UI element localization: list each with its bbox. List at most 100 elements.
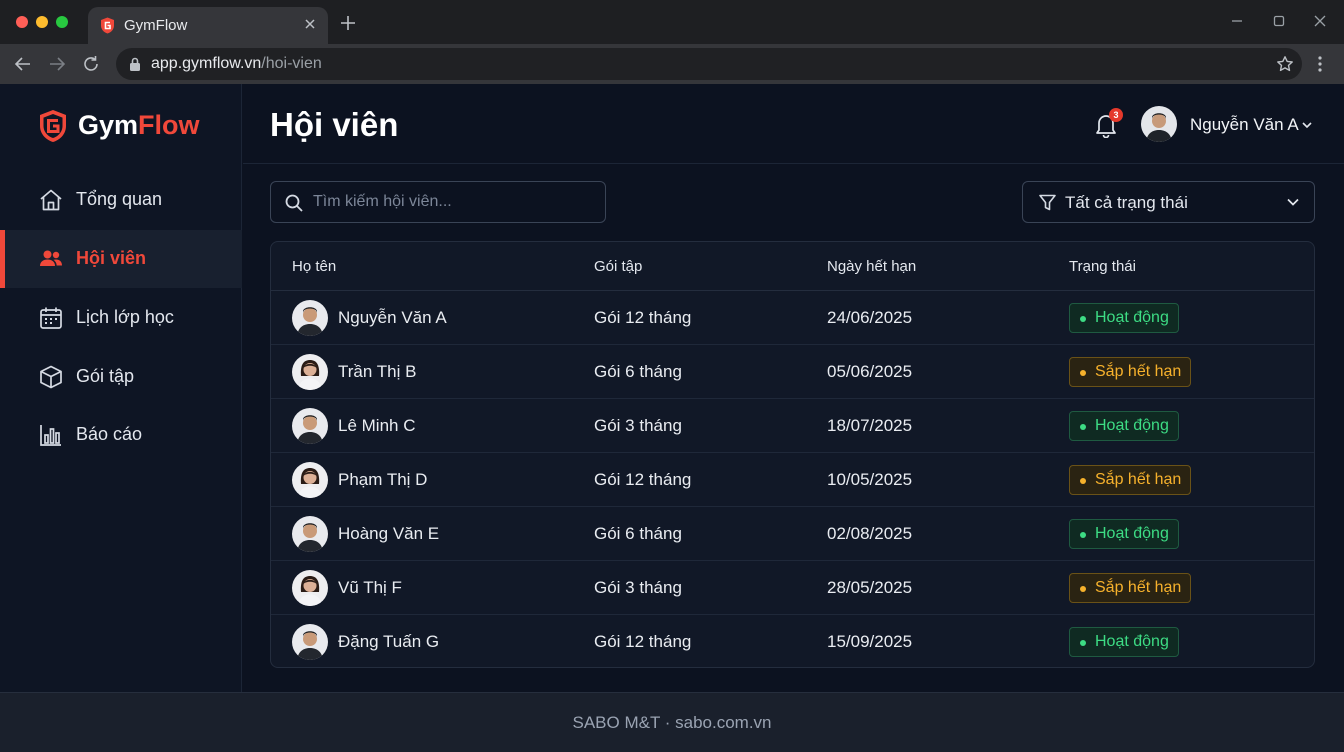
status-badge: Hoạt động [1069,303,1179,333]
minimize-window-button[interactable] [36,16,48,28]
member-name[interactable]: Trần Thị B [338,362,416,382]
close-icon[interactable] [1313,14,1327,28]
close-tab-icon[interactable] [302,16,318,32]
footer-credit: SABO M&T · sabo.com.vn [572,713,772,732]
member-name[interactable]: Vũ Thị F [338,578,402,598]
member-name[interactable]: Hoàng Văn E [338,524,439,544]
sidebar-item-label: Hội viên [76,248,147,268]
member-plan: Gói 6 tháng [594,524,682,543]
sidebar-item-label: Báo cáo [76,424,143,444]
reload-icon[interactable] [82,55,100,73]
male-avatar-icon [292,408,328,444]
member-expiry-date: 28/05/2025 [827,578,913,597]
table-row[interactable]: Trần Thị B Gói 6 tháng 05/06/2025 Sắp hết h… [271,345,1314,399]
member-plan: Gói 12 tháng [594,470,692,489]
page-header: Hội viên 3 Nguyễn Văn A [243,84,1344,164]
member-expiry-date: 10/05/2025 [827,470,913,489]
member-plan: Gói 12 tháng [594,632,692,651]
member-plan: Gói 12 tháng [594,308,692,327]
table-row[interactable]: Hoàng Văn E Gói 6 tháng 02/08/2025 Hoạt độn… [271,507,1314,561]
browser-tab-bar: GymFlow [0,0,1344,44]
member-expiry-date: 24/06/2025 [827,308,913,327]
page-title: Hội viên [270,106,399,143]
chevron-down-icon[interactable] [1301,120,1313,130]
chevron-down-icon [1287,198,1299,206]
status-badge: Sắp hết hạn [1069,465,1192,495]
user-avatar[interactable] [1141,106,1177,142]
brand-name: GymFlow [78,110,200,140]
sidebar: GymFlow Tổng quan Hội viên Lịch lớp học … [0,84,242,692]
table-row[interactable]: Phạm Thị D Gói 12 tháng 10/05/2025 Sắp hết … [271,453,1314,507]
male-avatar-icon [292,516,328,552]
forward-arrow-icon[interactable] [48,55,66,73]
search-icon [285,194,303,212]
table-row[interactable]: Lê Minh C Gói 3 tháng 18/07/2025 Hoạt động [271,399,1314,453]
users-icon [40,250,62,266]
status-filter-dropdown[interactable]: Tất cả trạng thái [1022,181,1315,223]
gymflow-shield-icon [40,110,66,142]
search-box[interactable] [270,181,606,223]
app-root: GymFlow Tổng quan Hội viên Lịch lớp học … [0,84,1344,692]
browser-tab[interactable]: GymFlow [88,7,328,44]
sidebar-item-class-schedule[interactable]: Lịch lớp học [0,289,242,347]
member-expiry-date: 15/09/2025 [827,632,913,651]
home-icon [40,189,62,211]
sidebar-item-label: Gói tập [76,366,135,386]
main-content: Hội viên 3 Nguyễn Văn A Tất cả trạng thá… [243,84,1344,692]
search-input[interactable] [313,190,593,214]
member-plan: Gói 3 tháng [594,416,682,435]
sidebar-item-overview[interactable]: Tổng quan [0,171,242,229]
status-filter-value: Tất cả trạng thái [1065,193,1188,212]
member-name[interactable]: Phạm Thị D [338,470,427,490]
sidebar-item-members[interactable]: Hội viên [0,230,242,288]
female-avatar-icon [292,354,328,390]
column-header-status[interactable]: Trạng thái [1069,258,1136,275]
member-name[interactable]: Lê Minh C [338,416,415,436]
column-header-plan[interactable]: Gói tập [594,258,642,275]
browser-menu-icon[interactable] [1318,56,1322,72]
sidebar-item-label: Tổng quan [76,189,163,209]
female-avatar-icon [292,462,328,498]
table-row[interactable]: Đặng Tuấn G Gói 12 tháng 15/09/2025 Hoạt độ… [271,615,1314,667]
sidebar-item-label: Lịch lớp học [76,307,174,327]
tab-title: GymFlow [124,17,188,34]
maximize-window-button[interactable] [56,16,68,28]
status-badge: Hoạt động [1069,519,1179,549]
url-text: app.gymflow.vn/hoi-vien [151,55,322,72]
table-row[interactable]: Vũ Thị F Gói 3 tháng 28/05/2025 Sắp hết hạn [271,561,1314,615]
status-badge: Sắp hết hạn [1069,573,1192,603]
close-window-button[interactable] [16,16,28,28]
status-badge: Sắp hết hạn [1069,357,1192,387]
members-table: Họ tên Gói tập Ngày hết hạn Trạng thái N… [270,241,1315,668]
column-header-expiry[interactable]: Ngày hết hạn [827,258,916,275]
gymflow-favicon-icon [101,17,114,34]
restore-icon[interactable] [1272,14,1286,28]
bookmark-star-icon[interactable] [1276,55,1294,73]
table-header: Họ tên Gói tập Ngày hết hạn Trạng thái [271,242,1314,291]
back-arrow-icon[interactable] [14,55,32,73]
lock-icon [130,57,140,71]
member-expiry-date: 02/08/2025 [827,524,913,543]
member-expiry-date: 18/07/2025 [827,416,913,435]
user-name[interactable]: Nguyễn Văn A [1190,115,1299,135]
member-plan: Gói 3 tháng [594,578,682,597]
filter-icon [1039,194,1056,211]
male-avatar-icon [292,300,328,336]
notification-badge: 3 [1109,108,1123,122]
column-header-name[interactable]: Họ tên [292,258,336,275]
status-badge: Hoạt động [1069,411,1179,441]
minimize-icon[interactable] [1230,14,1244,28]
female-avatar-icon [292,570,328,606]
bar-chart-icon [40,425,61,446]
new-tab-icon[interactable] [340,15,356,31]
table-row[interactable]: Nguyễn Văn A Gói 12 tháng 24/06/2025 Hoạt đ… [271,291,1314,345]
sidebar-item-packages[interactable]: Gói tập [0,348,242,406]
member-name[interactable]: Đặng Tuấn G [338,632,439,652]
address-bar[interactable]: app.gymflow.vn/hoi-vien [116,48,1302,80]
member-expiry-date: 05/06/2025 [827,362,913,381]
male-avatar-icon [292,624,328,660]
sidebar-item-reports[interactable]: Báo cáo [0,406,242,464]
status-badge: Hoạt động [1069,627,1179,657]
member-name[interactable]: Nguyễn Văn A [338,308,447,328]
member-plan: Gói 6 tháng [594,362,682,381]
